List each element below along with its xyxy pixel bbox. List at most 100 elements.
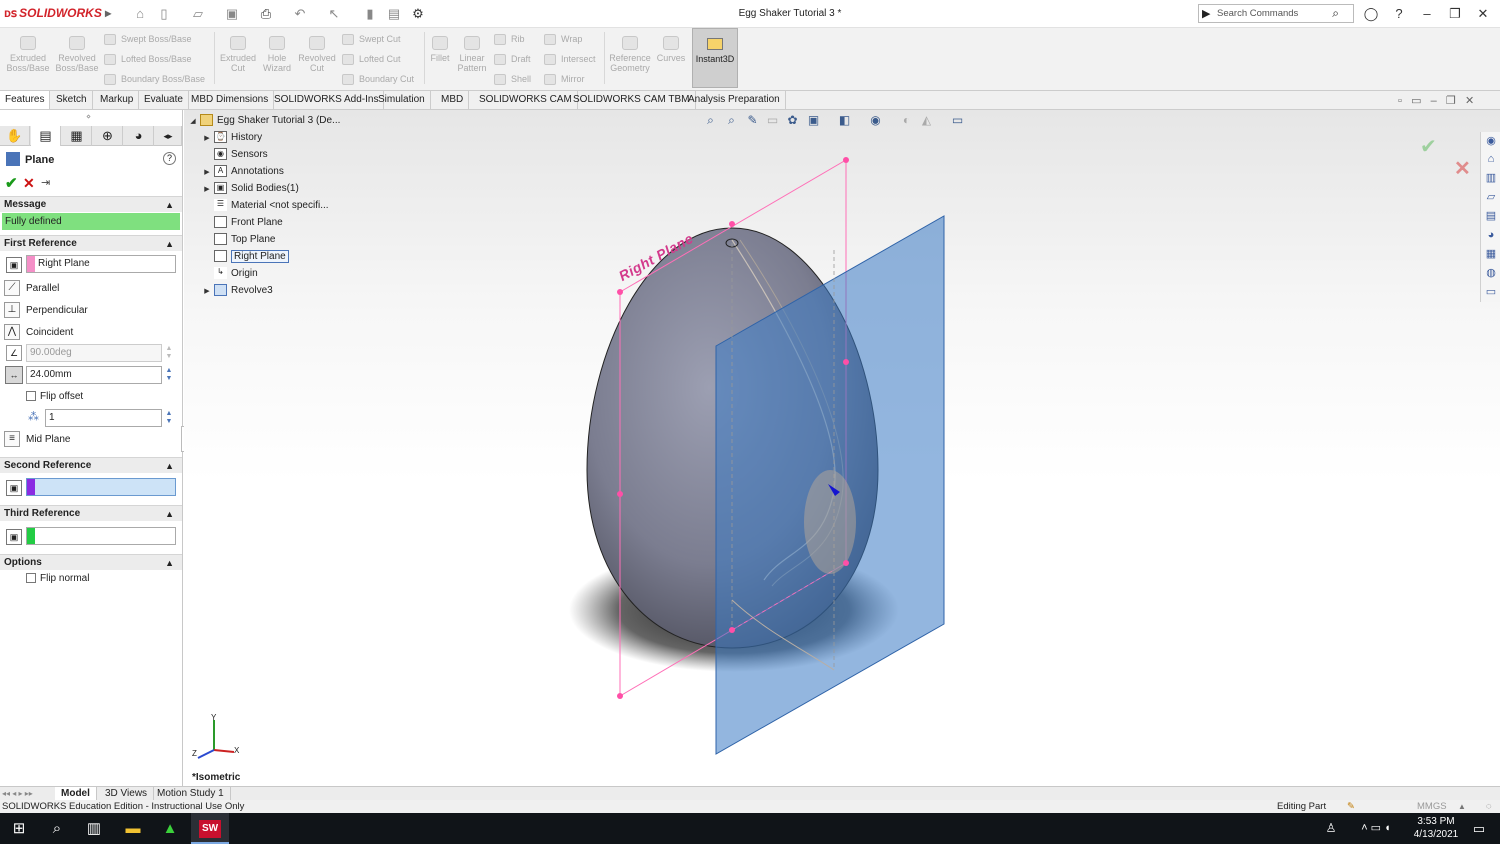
collapse-icon[interactable]: ▲ — [165, 555, 174, 571]
rib-button[interactable]: Rib — [494, 31, 525, 47]
file-properties-icon[interactable]: ▤ — [386, 6, 402, 22]
tree-item-sensors[interactable]: ◉ Sensors — [200, 146, 268, 163]
tree-item-history[interactable]: ▶ ⌚ History — [200, 129, 262, 146]
tab-motion-study-1[interactable]: Motion Study 1 — [151, 787, 231, 800]
tab-solidworks-cam-tbm[interactable]: SOLIDWORKS CAM TBM — [568, 91, 696, 109]
instant3d-button[interactable]: Instant3D — [692, 28, 738, 88]
feedback-icon[interactable]: ◌ — [1486, 800, 1492, 813]
swept-boss-button[interactable]: Swept Boss/Base — [104, 31, 192, 47]
plane-handle[interactable] — [843, 157, 849, 163]
tab-evaluate[interactable]: Evaluate — [139, 91, 189, 109]
tab-solidworks-cam[interactable]: SOLIDWORKS CAM — [474, 91, 578, 109]
property-manager-tab-icon[interactable]: ▤ — [31, 126, 61, 146]
home-icon[interactable]: ⌂ — [132, 6, 148, 22]
plane-handle[interactable] — [843, 560, 849, 566]
tab-analysis-preparation[interactable]: Analysis Preparation — [683, 91, 786, 109]
lofted-boss-button[interactable]: Lofted Boss/Base — [104, 51, 192, 67]
clock[interactable]: 3:53 PM 4/13/2021 — [1408, 815, 1464, 841]
notifications-icon[interactable]: ▭ — [1462, 813, 1496, 844]
first-reference-header[interactable]: First Reference ▲ — [0, 235, 182, 251]
pushpin-icon[interactable]: ⇥ — [41, 176, 50, 189]
tree-item-revolve3[interactable]: ▶ Revolve3 — [200, 282, 273, 299]
unit-dropdown-icon[interactable]: ▲ — [1458, 800, 1466, 813]
boundary-cut-button[interactable]: Boundary Cut — [342, 71, 414, 87]
flip-offset-checkbox[interactable]: Flip offset — [26, 391, 83, 402]
number-of-planes-field[interactable]: 1 ▲ ▼ — [45, 409, 172, 427]
tab-features[interactable]: Features — [0, 91, 51, 109]
minimize-button[interactable]: – — [1416, 5, 1438, 23]
confirm-cancel-icon[interactable]: ✕ — [1454, 156, 1471, 181]
collapse-icon[interactable]: ▲ — [165, 458, 174, 474]
perpendicular-option[interactable]: ⊥ Perpendicular — [4, 301, 88, 321]
tree-item-front-plane[interactable]: Front Plane — [200, 214, 283, 231]
edit-appearance-icon[interactable]: ◐ — [898, 112, 915, 129]
tab-mbd-dimensions[interactable]: MBD Dimensions — [186, 91, 275, 109]
wrap-button[interactable]: Wrap — [544, 31, 582, 47]
third-reference-field[interactable] — [26, 527, 176, 545]
community-icon[interactable]: ▭ — [1483, 284, 1499, 300]
tree-item-origin[interactable]: ↳ Origin — [200, 265, 258, 282]
plane-handle[interactable] — [729, 627, 735, 633]
solidworks-resources-icon[interactable]: ◉ — [1483, 133, 1499, 149]
tree-root[interactable]: ◢ Egg Shaker Tutorial 3 (De... — [186, 112, 340, 129]
revolved-boss-button[interactable]: Revolved Boss/Base — [53, 32, 101, 73]
mirror-button[interactable]: Mirror — [544, 71, 585, 87]
parallel-option[interactable]: ⟋ Parallel — [4, 279, 59, 299]
third-reference-header[interactable]: Third Reference ▲ — [0, 505, 182, 521]
offset-spinner[interactable]: ▲ ▼ — [163, 367, 175, 385]
plane-handle[interactable] — [617, 693, 623, 699]
tab-sketch[interactable]: Sketch — [51, 91, 93, 109]
zoom-to-fit-icon[interactable]: ⌕ — [702, 112, 719, 129]
swept-cut-button[interactable]: Swept Cut — [342, 31, 401, 47]
draft-button[interactable]: Draft — [494, 51, 531, 67]
solidworks-logo[interactable]: ᴅꜱ SOLIDWORKS ▸ — [4, 6, 111, 20]
rebuild-status-icon[interactable]: ✎ — [1347, 800, 1355, 813]
tab-scroll-arrows[interactable]: ◂◂ ◂ ▸ ▸▸ — [2, 787, 33, 800]
tab-scroll-arrows[interactable]: ◂▸ — [155, 126, 182, 146]
rebuild-icon[interactable]: ▮ — [362, 6, 378, 22]
boundary-boss-button[interactable]: Boundary Boss/Base — [104, 71, 205, 87]
task-view-icon[interactable]: ▥ — [75, 813, 113, 844]
tree-item-annotations[interactable]: ▶ A Annotations — [200, 163, 284, 180]
intersect-button[interactable]: Intersect — [544, 51, 596, 67]
angle-field[interactable]: 90.00deg ▲ ▼ — [26, 344, 172, 362]
panel-layout-icons[interactable]: ▫ ▭ – ❐ ✕ — [1398, 94, 1474, 107]
feature-manager-tab-icon[interactable]: ✋ — [0, 126, 30, 146]
people-icon[interactable]: ♙ — [1316, 813, 1346, 844]
display-manager-tab-icon[interactable]: ◕ — [124, 126, 154, 146]
collapse-icon[interactable]: ▲ — [165, 197, 174, 213]
help-icon[interactable]: ? — [163, 152, 176, 165]
curves-button[interactable]: Curves — [650, 32, 692, 63]
system-tray-icons[interactable]: ˄ ▭ ◖ — [1346, 813, 1406, 844]
collapse-icon[interactable]: ▲ — [165, 236, 174, 252]
linear-pattern-button[interactable]: Linear Pattern — [452, 32, 492, 73]
windows-start-icon[interactable]: ⊞ — [0, 813, 38, 844]
forum-icon[interactable]: ◍ — [1483, 265, 1499, 281]
file-explorer-icon[interactable]: ▱ — [1483, 189, 1499, 205]
file-explorer-taskbar-icon[interactable]: ▬ — [114, 813, 152, 844]
flip-offset-box[interactable] — [26, 391, 36, 402]
open-file-icon[interactable]: ▱ — [190, 6, 206, 22]
shell-button[interactable]: Shell — [494, 71, 531, 87]
lofted-cut-button[interactable]: Lofted Cut — [342, 51, 401, 67]
apply-scene-icon[interactable]: ◭ — [918, 112, 935, 129]
view-settings-icon[interactable]: ▭ — [949, 112, 966, 129]
flip-normal-box[interactable] — [26, 573, 36, 584]
configuration-manager-tab-icon[interactable]: ▦ — [62, 126, 92, 146]
tab-solidworks-addins[interactable]: SOLIDWORKS Add-Ins — [269, 91, 385, 109]
offset-distance-icon[interactable]: ↔ — [5, 366, 23, 384]
expand-arrow-icon[interactable]: ▶ — [200, 181, 214, 198]
dimxpert-tab-icon[interactable]: ⊕ — [93, 126, 123, 146]
plane-handle[interactable] — [729, 221, 735, 227]
display-style-icon[interactable]: ◧ — [836, 112, 853, 129]
undo-icon[interactable]: ↶ — [292, 6, 308, 22]
hide-show-items-icon[interactable]: ◉ — [867, 112, 884, 129]
search-commands[interactable]: ▶ Search Commands ⌕ — [1198, 4, 1354, 23]
app-taskbar-icon[interactable]: ▲ — [151, 813, 189, 844]
collapse-icon[interactable]: ▲ — [165, 506, 174, 522]
extruded-boss-button[interactable]: Extruded Boss/Base — [4, 32, 52, 73]
design-library-icon[interactable]: ▥ — [1483, 170, 1499, 186]
account-icon[interactable]: ◯ — [1360, 5, 1382, 23]
taskbar-search-icon[interactable]: ⌕ — [38, 813, 76, 844]
print-icon[interactable]: ⎙ — [258, 6, 274, 22]
